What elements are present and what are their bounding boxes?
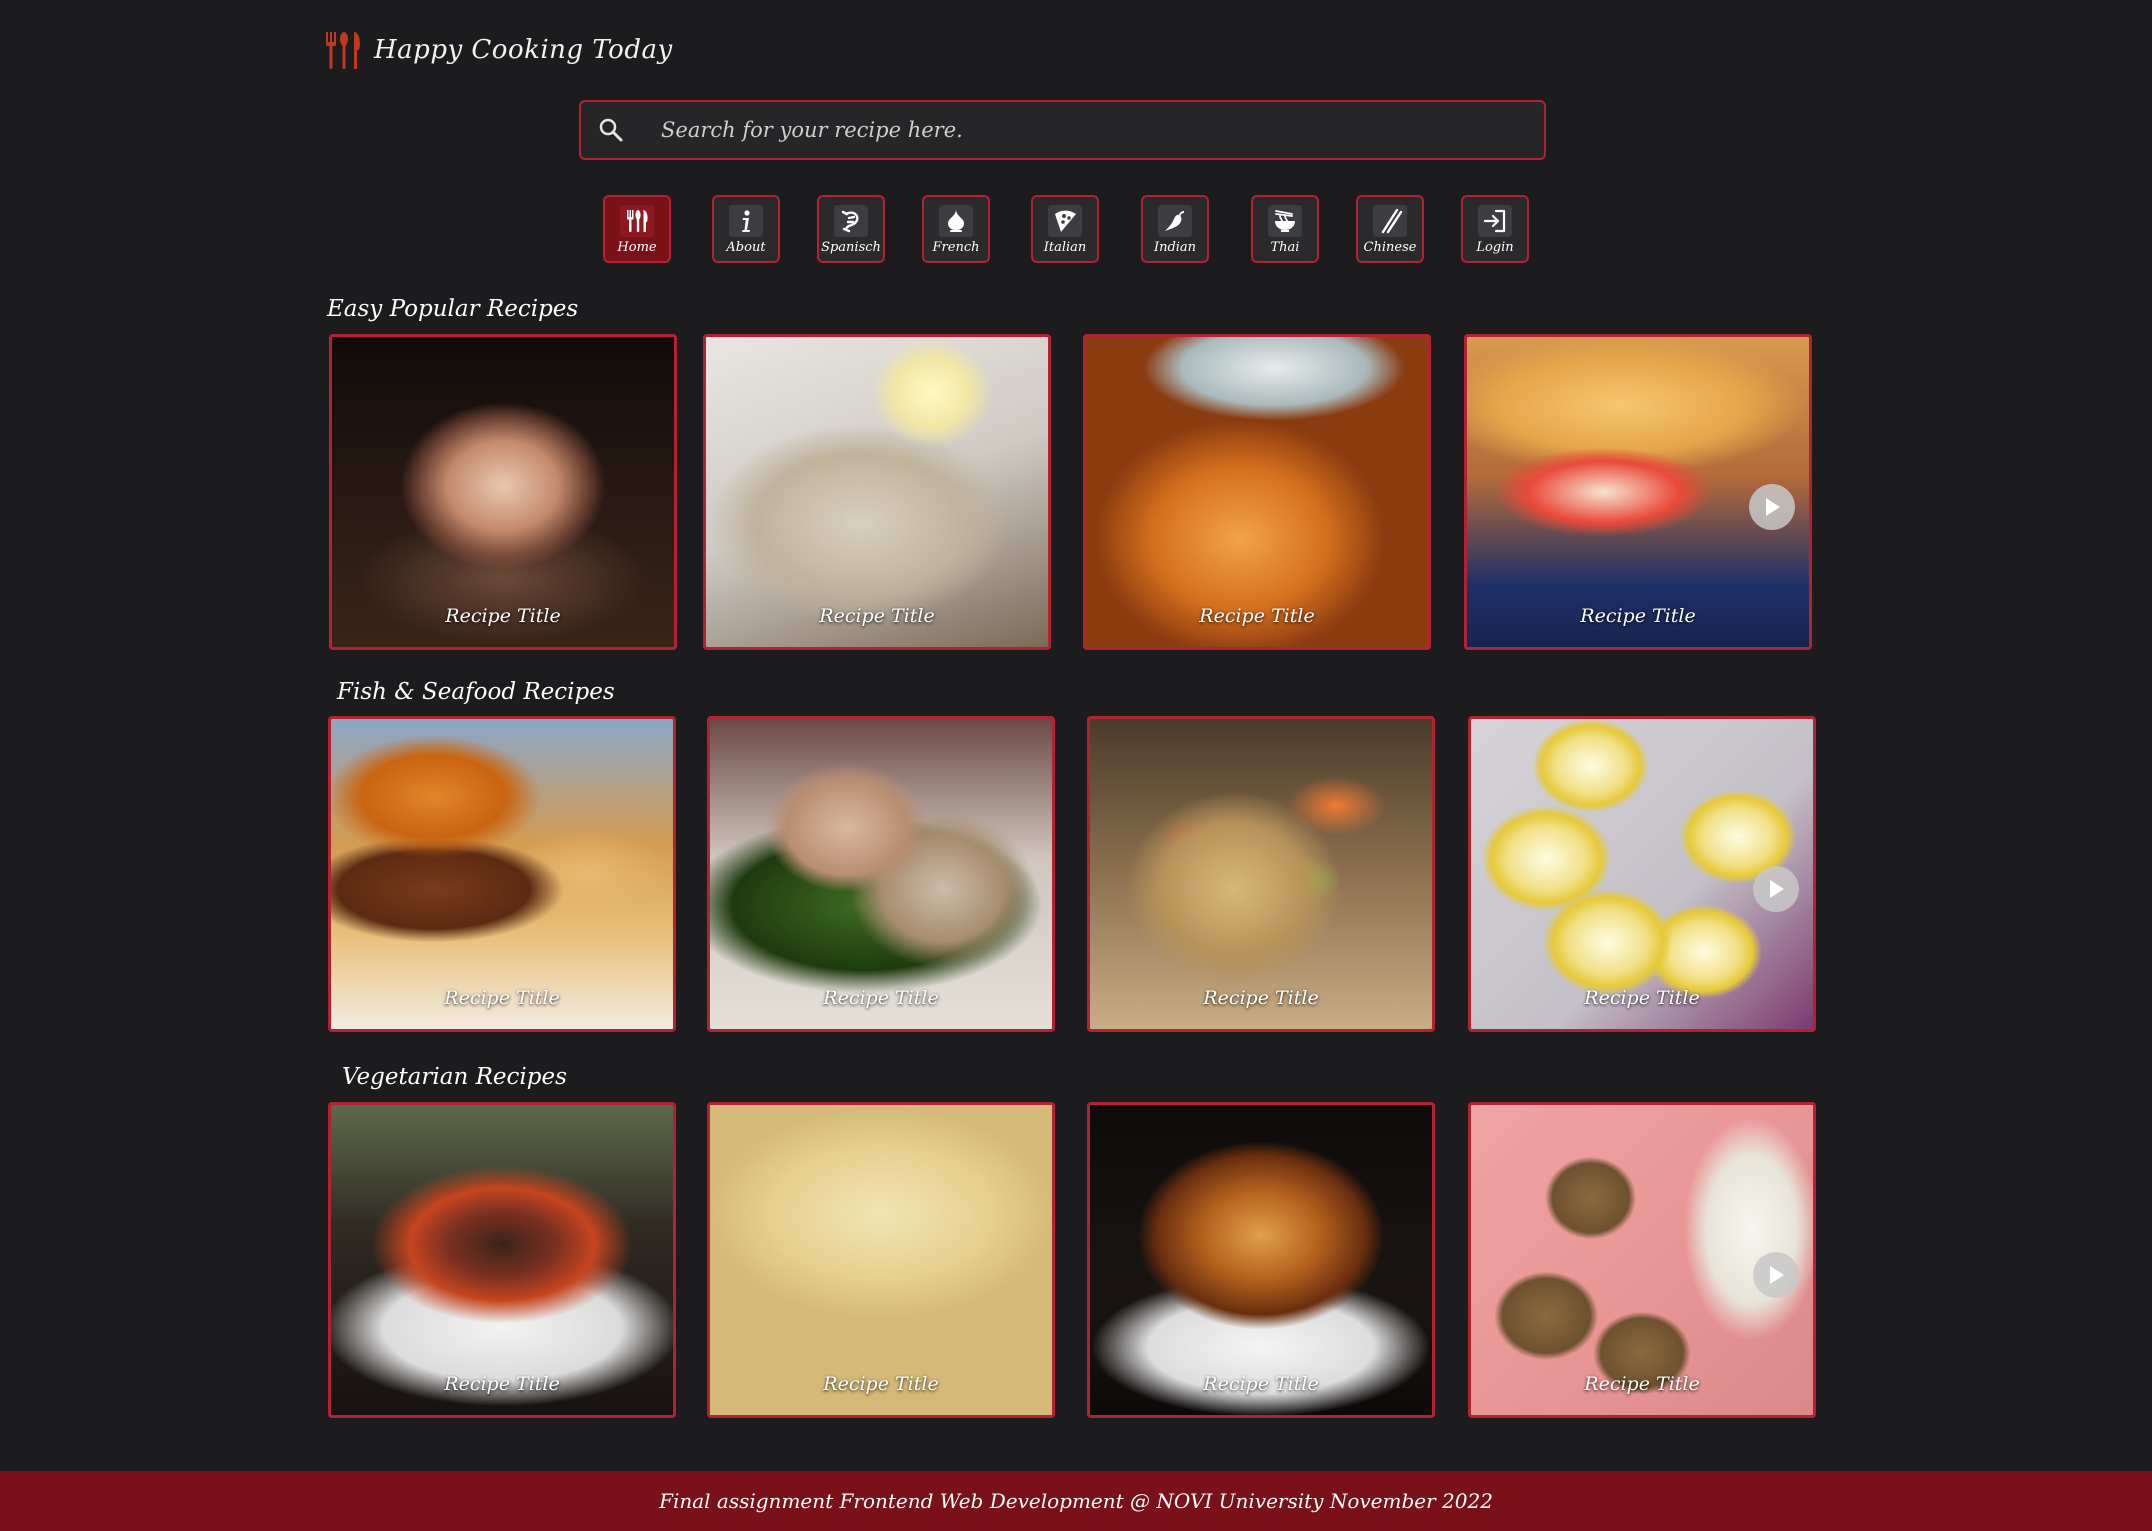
recipe-image [331, 1105, 673, 1415]
section-title-seafood: Fish & Seafood Recipes [337, 679, 615, 705]
recipe-card[interactable]: Recipe Title [703, 334, 1051, 650]
recipe-card[interactable]: Recipe Title [707, 716, 1055, 1032]
recipe-title: Recipe Title [823, 1373, 939, 1395]
brand[interactable]: Happy Cooking Today [322, 28, 673, 72]
nav-french[interactable]: French [922, 195, 990, 263]
recipe-image [710, 1105, 1052, 1415]
recipe-title: Recipe Title [444, 987, 560, 1009]
recipe-image [1090, 719, 1432, 1029]
nav-label: Home [617, 240, 657, 255]
recipe-title: Recipe Title [1203, 987, 1319, 1009]
chopsticks-icon [1373, 205, 1407, 237]
nav-thai[interactable]: Thai [1251, 195, 1319, 263]
garlic-icon [939, 205, 973, 237]
recipe-image [331, 719, 673, 1029]
play-video-icon[interactable] [1749, 484, 1795, 530]
nav-label: Indian [1153, 240, 1197, 255]
search-input[interactable] [659, 117, 1544, 143]
recipe-card[interactable]: Recipe Title [328, 1102, 676, 1418]
play-video-icon[interactable] [1753, 866, 1799, 912]
search-bar[interactable] [579, 100, 1546, 160]
recipe-title: Recipe Title [1199, 605, 1315, 627]
footer-text: Final assignment Frontend Web Developmen… [659, 1489, 1493, 1513]
app-title: Happy Cooking Today [374, 35, 673, 65]
recipe-card[interactable]: Recipe Title [329, 334, 677, 650]
shrimp-icon [834, 205, 868, 237]
recipe-card[interactable]: Recipe Title [1083, 334, 1431, 650]
recipe-card[interactable]: Recipe Title [1468, 1102, 1816, 1418]
recipe-title: Recipe Title [1584, 1373, 1700, 1395]
category-nav: Home About Spanisch French Italian India… [0, 195, 2152, 265]
recipe-title: Recipe Title [823, 987, 939, 1009]
recipe-title: Recipe Title [1584, 987, 1700, 1009]
footer: Final assignment Frontend Web Developmen… [0, 1471, 2152, 1531]
recipe-image [1090, 1105, 1432, 1415]
play-video-icon[interactable] [1753, 1252, 1799, 1298]
nav-label: French [932, 240, 980, 255]
nav-label: Login [1476, 240, 1514, 255]
recipe-card[interactable]: Recipe Title [1464, 334, 1812, 650]
nav-about[interactable]: About [712, 195, 780, 263]
recipe-title: Recipe Title [1580, 605, 1696, 627]
search-icon[interactable] [597, 116, 625, 144]
recipe-title: Recipe Title [444, 1373, 560, 1395]
nav-label: Thai [1270, 240, 1300, 255]
recipe-title: Recipe Title [1203, 1373, 1319, 1395]
info-icon [729, 205, 763, 237]
nav-label: Chinese [1363, 240, 1417, 255]
fork-spoon-knife-icon [326, 32, 360, 69]
recipe-image [706, 337, 1048, 647]
login-icon [1478, 205, 1512, 237]
nav-label: Italian [1043, 240, 1087, 255]
recipe-card[interactable]: Recipe Title [1468, 716, 1816, 1032]
recipe-image [1086, 337, 1428, 647]
nav-label: Spanisch [821, 240, 881, 255]
recipe-image [710, 719, 1052, 1029]
page: Happy Cooking Today Home [0, 0, 2152, 1531]
recipe-image [332, 337, 674, 647]
nav-home[interactable]: Home [603, 195, 671, 263]
pizza-icon [1048, 205, 1082, 237]
section-title-vegetarian: Vegetarian Recipes [342, 1064, 567, 1090]
recipe-title: Recipe Title [445, 605, 561, 627]
recipe-card[interactable]: Recipe Title [1087, 1102, 1435, 1418]
recipe-title: Recipe Title [819, 605, 935, 627]
nav-indian[interactable]: Indian [1141, 195, 1209, 263]
chili-pepper-icon [1158, 205, 1192, 237]
recipe-card[interactable]: Recipe Title [707, 1102, 1055, 1418]
recipe-card[interactable]: Recipe Title [1087, 716, 1435, 1032]
cutlery-icon [620, 205, 654, 237]
nav-login[interactable]: Login [1461, 195, 1529, 263]
noodle-bowl-icon [1268, 205, 1302, 237]
nav-spanisch[interactable]: Spanisch [817, 195, 885, 263]
nav-label: About [726, 240, 766, 255]
recipe-card[interactable]: Recipe Title [328, 716, 676, 1032]
nav-italian[interactable]: Italian [1031, 195, 1099, 263]
section-title-popular: Easy Popular Recipes [327, 296, 579, 322]
nav-chinese[interactable]: Chinese [1356, 195, 1424, 263]
